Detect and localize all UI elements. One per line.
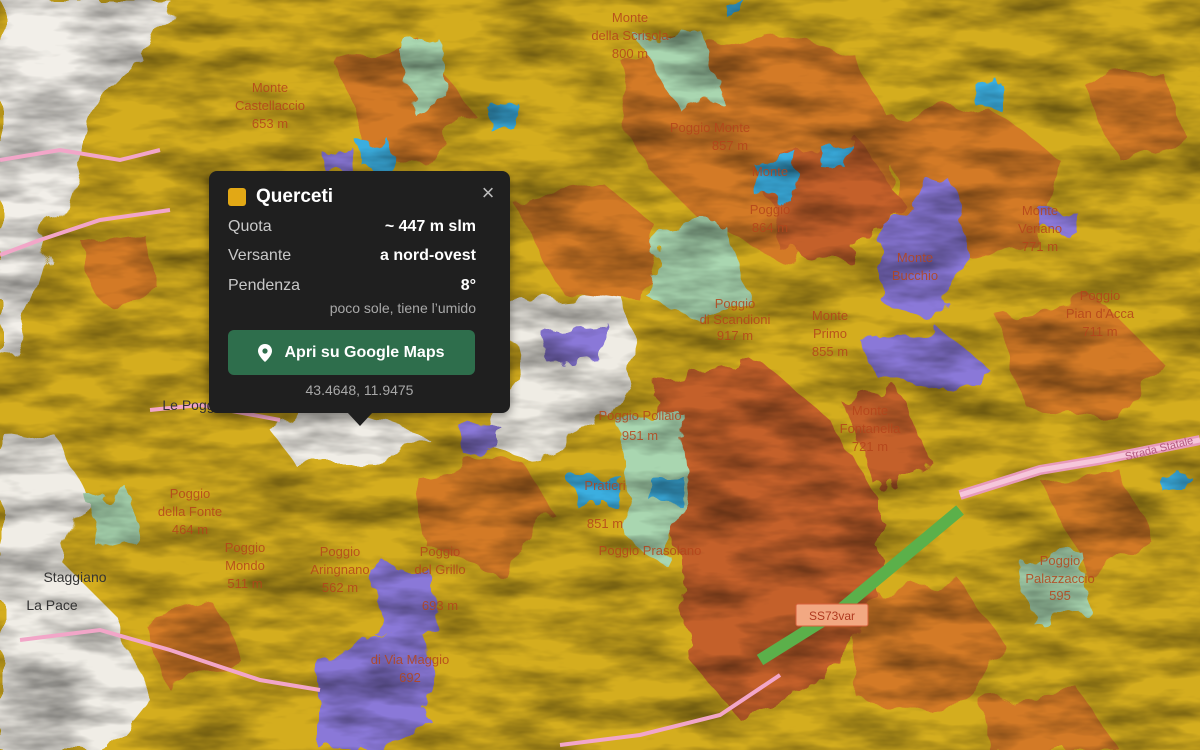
map-label: 771 m — [1022, 239, 1058, 254]
map-label: Monte — [897, 250, 933, 265]
row-value: 8° — [460, 277, 476, 294]
map-label: 511 m — [227, 576, 262, 591]
map-label: Veriano — [1018, 221, 1062, 236]
map-label: Monte — [1022, 203, 1058, 218]
map-label: Staggiano — [43, 569, 106, 585]
svg-text:SS73var: SS73var — [809, 609, 855, 623]
hillshade — [0, 0, 1200, 750]
row-value: a nord-ovest — [379, 247, 476, 264]
map-label: 800 m — [612, 46, 648, 61]
forest-type-map[interactable]: SS73var Monte della Scrisola 800 m Monte Cas… — [0, 0, 1200, 750]
map-label: Poggio — [750, 202, 790, 217]
row-label: Versante — [228, 247, 292, 264]
map-label: Pian d'Acca — [1066, 306, 1135, 321]
row-label: Pendenza — [228, 277, 301, 294]
map-label: 851 m — [587, 516, 623, 531]
popup-tip — [347, 412, 373, 426]
exposure-note: poco sole, tiene l’umido — [329, 300, 476, 316]
map-label: La Pace — [26, 597, 78, 613]
map-label: Poggio — [225, 540, 265, 555]
map-label: 562 m — [322, 580, 358, 595]
close-icon[interactable]: × — [478, 182, 498, 204]
map-label: Poggio — [1080, 288, 1120, 303]
map-label: Monte — [852, 403, 888, 418]
map-label: 464 m — [172, 522, 208, 537]
map-label: Monte — [252, 80, 288, 95]
legend-swatch — [228, 188, 246, 206]
row-pendenza: Pendenza 8° — [228, 277, 476, 295]
map-label: Poggio — [320, 544, 360, 559]
map-label: Mondo — [225, 558, 265, 573]
map-label: Bucchio — [892, 268, 938, 283]
map-pin-icon — [258, 343, 273, 362]
row-label: Quota — [228, 218, 272, 235]
open-google-maps-button[interactable]: Apri su Google Maps — [228, 330, 475, 375]
map-label: di Via Maggio — [371, 652, 450, 667]
map-label: 864 m — [752, 220, 788, 235]
map-label: 721 m — [852, 439, 888, 454]
map-label: della Scrisola — [591, 28, 669, 43]
map-label: Primo — [813, 326, 847, 341]
map-label: della Fonte — [158, 504, 222, 519]
map-label: 692 — [399, 670, 421, 685]
map-label: 917 m — [717, 328, 753, 343]
popup-title: Querceti — [256, 186, 334, 207]
google-maps-label: Apri su Google Maps — [284, 343, 445, 361]
map-label: Poggio — [170, 486, 210, 501]
coordinates: 43.4648, 11.9475 — [305, 382, 414, 398]
map-label: Pratieri — [584, 478, 625, 493]
popup-header: Querceti — [228, 186, 333, 208]
map-label: Monte — [752, 164, 788, 179]
map-label: 653 m — [252, 116, 288, 131]
row-value: ~ 447 m slm — [384, 218, 476, 235]
map-label: 595 — [1049, 588, 1071, 603]
feature-popup: Querceti × Quota ~ 447 m slm Versante a … — [209, 171, 510, 413]
map-label: Palazzaccio — [1025, 571, 1094, 586]
map-label: 855 m — [812, 344, 848, 359]
map-label: Fontanella — [840, 421, 901, 436]
map-label: del Grillo — [414, 562, 465, 577]
map-label: Monte — [812, 308, 848, 323]
map-label: Castellaccio — [235, 98, 305, 113]
row-versante: Versante a nord-ovest — [228, 247, 476, 265]
map-label: Monte — [612, 10, 648, 25]
map-label: 711 m — [1082, 324, 1117, 339]
map-label: Poggio Pollaio — [598, 408, 681, 423]
road-shield: SS73var — [795, 603, 869, 627]
map-label: Poggio — [420, 544, 460, 559]
map-label: Aringnano — [310, 562, 369, 577]
map-label: 693 m — [422, 598, 458, 613]
map-canvas[interactable]: SS73var Monte della Scrisola 800 m Monte Cas… — [0, 0, 1200, 750]
map-label: Poggio — [715, 296, 755, 311]
map-label: Poggio Monte — [670, 120, 750, 135]
row-quota: Quota ~ 447 m slm — [228, 218, 476, 236]
map-label: di Scandioni — [700, 312, 771, 327]
map-label: 857 m — [712, 138, 748, 153]
map-label: Poggio Prasolano — [599, 543, 702, 558]
map-label: 951 m — [622, 428, 658, 443]
map-label: Poggio — [1040, 553, 1080, 568]
